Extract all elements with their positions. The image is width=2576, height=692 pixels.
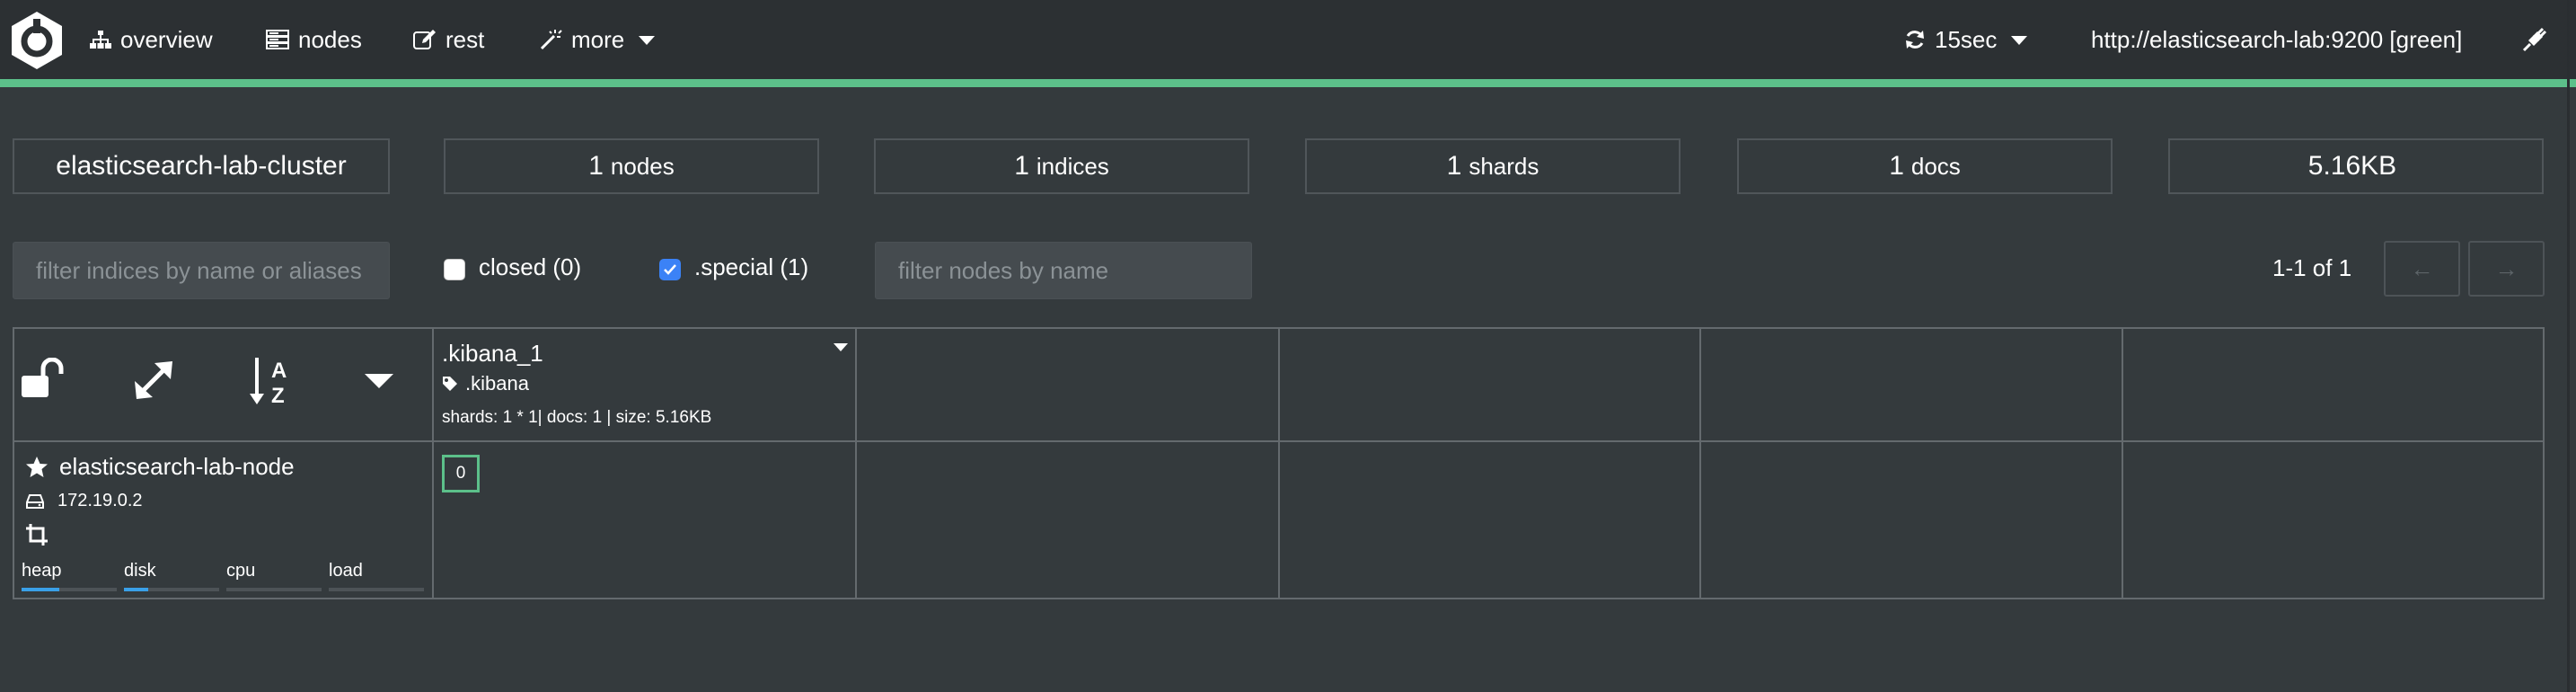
- grid-col-divider: [1278, 327, 1280, 599]
- index-alias-label: .kibana: [465, 372, 529, 395]
- load-label: load: [329, 561, 363, 581]
- cluster-name-box: elasticsearch-lab-cluster: [13, 138, 390, 194]
- index-meta: shards: 1 * 1| docs: 1 | size: 5.16KB: [442, 408, 712, 427]
- expand-icon[interactable]: [131, 359, 176, 401]
- nodes-count-box: 1 nodes: [444, 138, 819, 194]
- nav-overview[interactable]: overview: [90, 0, 213, 79]
- cluster-name: elasticsearch-lab-cluster: [56, 151, 347, 181]
- edit-icon: [413, 30, 436, 49]
- total-size: 5.16KB: [2307, 151, 2397, 181]
- nav-rest[interactable]: rest: [413, 0, 484, 79]
- load-metric: load: [329, 561, 424, 591]
- nav-rest-label: rest: [446, 25, 485, 53]
- grid-col-divider: [855, 327, 857, 599]
- nodes-count-label: nodes: [610, 152, 675, 180]
- heap-bar-fill: [22, 588, 60, 591]
- next-page-button[interactable]: →: [2468, 241, 2545, 297]
- unlock-icon[interactable]: [20, 358, 68, 401]
- nav-nodes[interactable]: nodes: [266, 0, 362, 79]
- cpu-bar-track: [226, 588, 322, 591]
- svg-text:A: A: [271, 359, 287, 383]
- disk-bar-track: [124, 588, 219, 591]
- nav-overview-label: overview: [120, 25, 213, 53]
- node-ip: 172.19.0.2: [25, 491, 143, 511]
- server-icon: [266, 30, 289, 49]
- size-box: 5.16KB: [2168, 138, 2544, 194]
- nodes-count: 1: [588, 151, 604, 181]
- disconnect-button[interactable]: [2522, 0, 2547, 79]
- checkmark-icon: [664, 264, 676, 275]
- special-checkbox-label[interactable]: .special (1): [694, 253, 808, 281]
- load-bar-track: [329, 588, 424, 591]
- sitemap-icon: [90, 31, 111, 49]
- grid-col-divider: [432, 327, 434, 599]
- special-checkbox[interactable]: [659, 259, 681, 280]
- connection-url: http://elasticsearch-lab:9200 [green]: [2091, 0, 2462, 79]
- node-name[interactable]: elasticsearch-lab-node: [25, 453, 295, 481]
- shard-primary[interactable]: 0: [442, 455, 480, 492]
- tag-icon: [443, 377, 457, 391]
- filter-nodes-placeholder: filter nodes by name: [898, 256, 1109, 284]
- nav-nodes-label: nodes: [298, 25, 362, 53]
- shards-count-label: shards: [1469, 152, 1539, 180]
- node-ip-label: 172.19.0.2: [57, 491, 143, 510]
- shard-number: 0: [455, 464, 466, 483]
- index-options-caret-icon[interactable]: [834, 343, 848, 351]
- indices-count-box: 1 indices: [874, 138, 1249, 194]
- pagination-info: 1-1 of 1: [2272, 254, 2352, 281]
- window-edge: [2567, 0, 2570, 692]
- indices-count: 1: [1014, 151, 1029, 181]
- refresh-icon: [1906, 31, 1924, 49]
- node-name-label: elasticsearch-lab-node: [59, 453, 295, 480]
- shards-count-box: 1 shards: [1305, 138, 1681, 194]
- heap-label: heap: [22, 561, 62, 581]
- nav-more-dropdown[interactable]: more: [539, 0, 656, 79]
- previous-page-button[interactable]: ←: [2384, 241, 2460, 297]
- chevron-down-icon[interactable]: [363, 370, 395, 392]
- cpu-label: cpu: [226, 561, 256, 581]
- disk-metric: disk: [124, 561, 219, 591]
- filter-indices-placeholder: filter indices by name or aliases: [36, 256, 362, 284]
- docs-count-box: 1 docs: [1737, 138, 2113, 194]
- arrow-right-icon: →: [2494, 254, 2519, 282]
- indices-count-label: indices: [1036, 152, 1109, 180]
- docs-count-label: docs: [1910, 152, 1961, 180]
- chevron-down-icon: [639, 36, 656, 45]
- cluster-status-bar: [0, 79, 2576, 87]
- refresh-interval-label: 15sec: [1935, 25, 1998, 53]
- crop-icon: [26, 524, 48, 546]
- arrow-left-icon: ←: [2410, 254, 2434, 282]
- cpu-metric: cpu: [226, 561, 322, 591]
- magic-wand-icon: [540, 30, 562, 50]
- filter-nodes-input[interactable]: filter nodes by name: [875, 242, 1252, 299]
- index-name[interactable]: .kibana_1: [442, 340, 543, 368]
- svg-text:Z: Z: [271, 384, 285, 406]
- refresh-interval-dropdown[interactable]: 15sec: [1904, 0, 2028, 79]
- grid-col-divider: [2122, 327, 2123, 599]
- docs-count: 1: [1889, 151, 1904, 181]
- cerebro-logo-icon[interactable]: [9, 10, 65, 71]
- index-alias: .kibana: [442, 372, 529, 395]
- heap-metric: heap: [22, 561, 117, 591]
- grid-col-divider: [1699, 327, 1701, 599]
- closed-checkbox-label[interactable]: closed (0): [479, 253, 581, 281]
- plug-icon: [2522, 27, 2547, 52]
- star-icon: [26, 456, 48, 477]
- chevron-down-icon: [2011, 36, 2028, 45]
- filter-indices-input[interactable]: filter indices by name or aliases: [13, 242, 390, 299]
- disk-label: disk: [124, 561, 156, 581]
- closed-checkbox[interactable]: [444, 259, 465, 280]
- heap-bar-track: [22, 588, 117, 591]
- sort-alpha-icon[interactable]: A Z: [248, 354, 298, 406]
- hdd-icon: [26, 493, 44, 509]
- shards-count: 1: [1446, 151, 1462, 181]
- nav-more-label: more: [571, 25, 625, 53]
- connection-url-label: http://elasticsearch-lab:9200 [green]: [2091, 25, 2463, 53]
- disk-bar-fill: [124, 588, 148, 591]
